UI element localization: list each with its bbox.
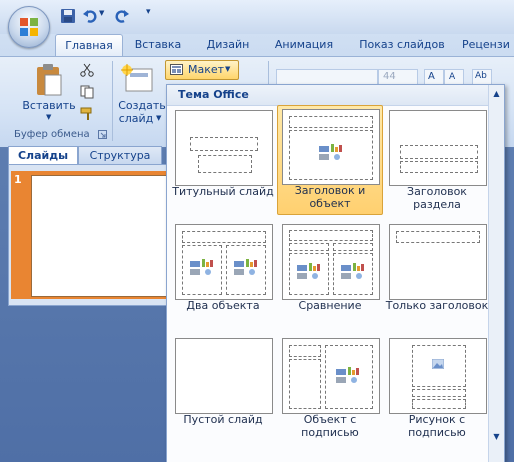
layout-title-and-content[interactable]: Заголовок и объект xyxy=(277,105,383,215)
new-slide-label-2[interactable]: слайд xyxy=(116,112,156,125)
layout-dropdown-icon: ▼ xyxy=(225,65,231,73)
ribbon-separator xyxy=(112,61,113,141)
layout-button[interactable]: Макет ▼ xyxy=(165,60,239,80)
pane-tabs: Слайды Структура xyxy=(8,146,170,165)
tab-home[interactable]: Главная xyxy=(55,34,123,57)
content-icons xyxy=(190,259,213,275)
layout-thumbnail xyxy=(175,224,273,300)
layout-thumbnail xyxy=(282,338,380,414)
layout-icon xyxy=(170,64,183,75)
quick-access-toolbar: ▼ ▾ xyxy=(0,0,514,34)
layout-label: Два объекта xyxy=(186,299,260,312)
layout-label: Титульный слайд xyxy=(172,185,274,198)
office-logo-icon xyxy=(20,18,38,36)
copy-icon[interactable] xyxy=(80,85,94,99)
layout-label: Пустой слайд xyxy=(183,413,263,426)
paste-icon[interactable] xyxy=(34,63,64,97)
ribbon-tabs: Главная Вставка Дизайн Анимация Показ сл… xyxy=(0,34,514,57)
paste-label[interactable]: Вставить xyxy=(22,99,76,112)
layout-thumbnail xyxy=(282,109,380,185)
layout-label: Объект с подписью xyxy=(301,413,359,439)
layout-thumbnail xyxy=(282,224,380,300)
layout-title-slide[interactable]: Титульный слайд xyxy=(171,107,275,215)
gallery-scrollbar[interactable]: ▲ ▼ xyxy=(488,85,504,462)
format-painter-icon[interactable] xyxy=(80,107,94,121)
slides-pane: Слайды Структура 1 xyxy=(8,146,172,462)
layout-label: Заголовок раздела xyxy=(407,185,467,211)
layout-thumbnail xyxy=(175,338,273,414)
layout-label: Только заголовок xyxy=(385,299,489,312)
layout-comparison[interactable]: Сравнение xyxy=(278,221,382,329)
save-icon[interactable] xyxy=(60,8,76,24)
paste-dropdown-icon[interactable]: ▼ xyxy=(46,113,51,121)
layout-label: Рисунок с подписью xyxy=(408,413,466,439)
layout-thumbnail xyxy=(175,110,273,186)
layout-section-header[interactable]: Заголовок раздела xyxy=(385,107,489,215)
redo-icon[interactable] xyxy=(114,8,130,24)
slide-thumbnail-row[interactable]: 1 xyxy=(11,171,169,299)
tab-slideshow[interactable]: Показ слайдов xyxy=(352,34,452,56)
new-slide-icon[interactable] xyxy=(120,63,154,93)
office-button[interactable] xyxy=(8,6,50,48)
content-icons xyxy=(319,144,342,160)
layout-blank[interactable]: Пустой слайд xyxy=(171,335,275,443)
new-slide-label[interactable]: Создать xyxy=(116,99,168,112)
slide-thumbnail[interactable] xyxy=(31,175,169,297)
layout-thumbnail xyxy=(389,338,487,414)
cut-icon[interactable] xyxy=(80,63,94,77)
dialog-launcher-icon[interactable] xyxy=(98,130,107,139)
layout-button-label: Макет xyxy=(188,63,225,76)
content-icons xyxy=(297,263,320,279)
picture-icon xyxy=(432,359,444,369)
layout-label: Заголовок и объект xyxy=(294,184,366,210)
gallery-title: Тема Office xyxy=(178,88,249,101)
clipboard-group-label: Буфер обмена xyxy=(14,129,90,140)
tab-design[interactable]: Дизайн xyxy=(196,34,260,56)
gallery-header: Тема Office xyxy=(167,85,488,106)
scroll-up-icon[interactable]: ▲ xyxy=(489,88,504,100)
scroll-down-icon[interactable]: ▼ xyxy=(489,431,504,443)
tab-outline[interactable]: Структура xyxy=(78,146,162,165)
font-size-value: 44 xyxy=(383,71,396,82)
tab-slides[interactable]: Слайды xyxy=(8,146,78,165)
undo-icon[interactable] xyxy=(82,8,98,24)
undo-dropdown-icon[interactable]: ▼ xyxy=(99,9,104,17)
layout-picture-with-caption[interactable]: Рисунок с подписью xyxy=(385,335,489,443)
customize-qat-icon[interactable]: ▾ xyxy=(146,7,151,17)
layout-content-with-caption[interactable]: Объект с подписью xyxy=(278,335,382,443)
content-icons xyxy=(336,367,359,383)
layout-thumbnail xyxy=(389,224,487,300)
layout-thumbnail xyxy=(389,110,487,186)
layout-gallery: Тема Office ▲ ▼ Титульный слайд Заголово… xyxy=(166,84,505,462)
slide-number: 1 xyxy=(14,173,22,186)
tab-review[interactable]: Рецензи xyxy=(462,34,514,56)
content-icons xyxy=(341,263,364,279)
layout-two-content[interactable]: Два объекта xyxy=(171,221,275,329)
slide-thumbnails: 1 xyxy=(8,164,172,306)
content-icons xyxy=(234,259,257,275)
new-slide-dropdown-icon[interactable]: ▼ xyxy=(156,114,161,122)
tab-insert[interactable]: Вставка xyxy=(126,34,190,56)
powerpoint-window: ▼ ▾ Главная Вставка Дизайн Анимация Пока… xyxy=(0,0,514,462)
layout-label: Сравнение xyxy=(298,299,362,312)
tab-animation[interactable]: Анимация xyxy=(266,34,342,56)
layout-title-only[interactable]: Только заголовок xyxy=(385,221,489,329)
